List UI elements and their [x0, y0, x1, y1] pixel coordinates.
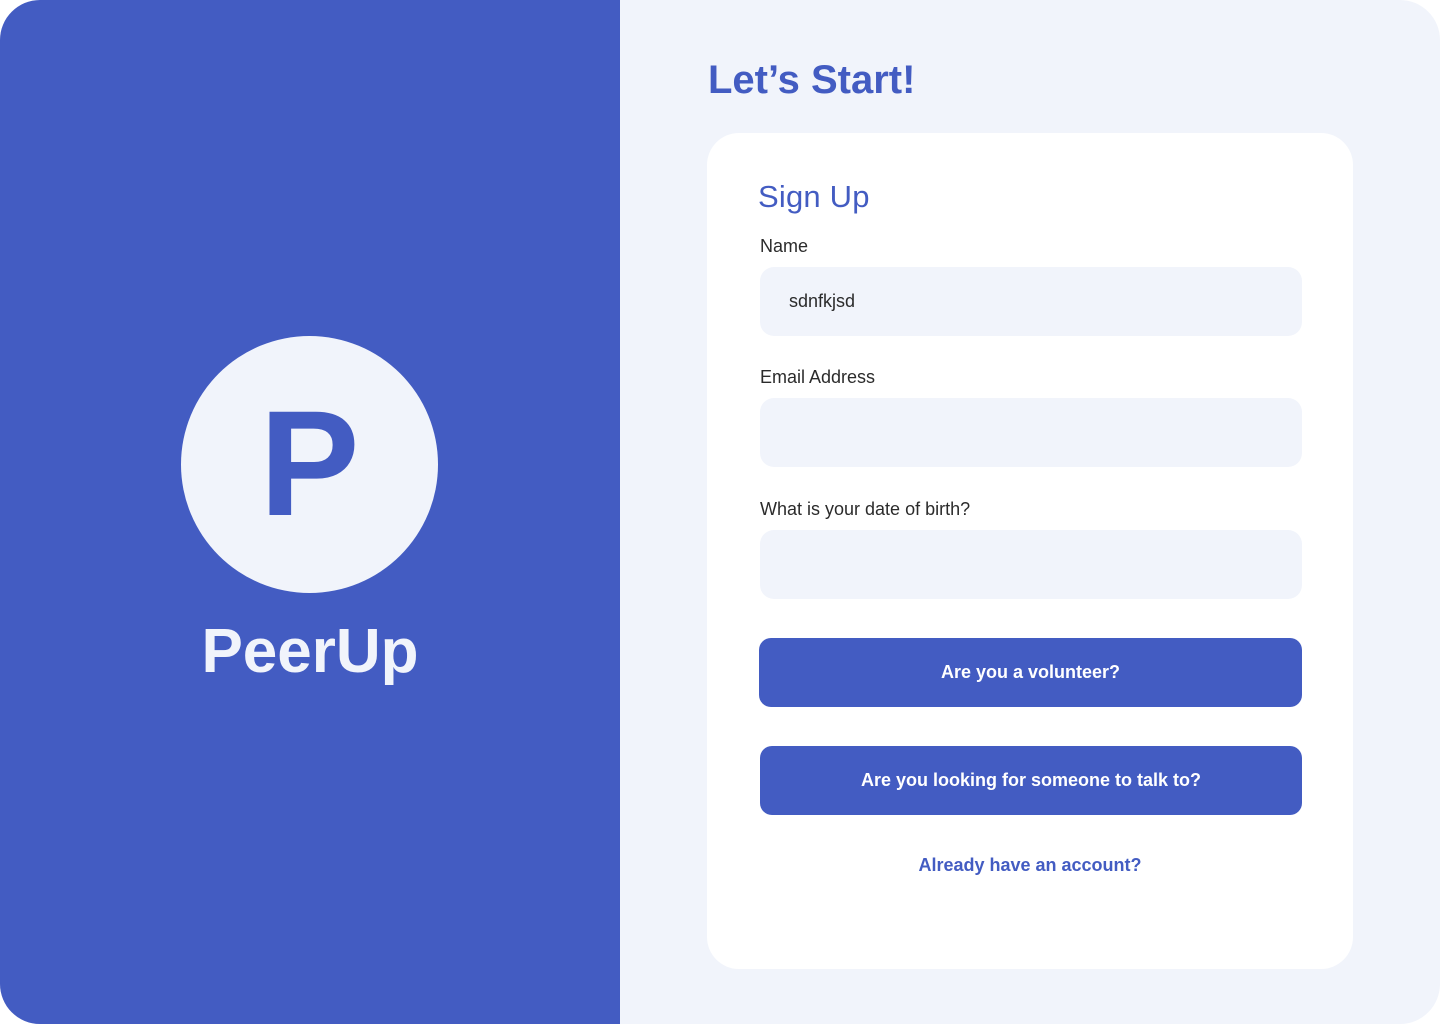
date-of-birth-input[interactable] — [760, 530, 1302, 599]
signup-card: Sign Up Name Email Address What is your … — [707, 133, 1353, 969]
brand-panel: P PeerUp — [0, 0, 620, 1024]
app-window: P PeerUp Let’s Start! Sign Up Name Email… — [0, 0, 1440, 1024]
seeker-button[interactable]: Are you looking for someone to talk to? — [760, 746, 1302, 815]
logo: P — [181, 336, 438, 593]
brand-name: PeerUp — [201, 617, 419, 686]
logo-letter: P — [259, 378, 360, 547]
name-label: Name — [760, 236, 809, 256]
login-link[interactable]: Already have an account? — [707, 853, 1353, 877]
form-panel: Let’s Start! Sign Up Name Email Address … — [620, 0, 1440, 1024]
volunteer-button[interactable]: Are you a volunteer? — [759, 638, 1302, 707]
email-label: Email Address — [760, 367, 876, 387]
name-input[interactable] — [760, 267, 1302, 336]
page-title: Let’s Start! — [708, 58, 916, 102]
date-of-birth-label: What is your date of birth? — [760, 499, 971, 519]
signup-title: Sign Up — [758, 179, 870, 214]
email-input[interactable] — [760, 398, 1302, 467]
